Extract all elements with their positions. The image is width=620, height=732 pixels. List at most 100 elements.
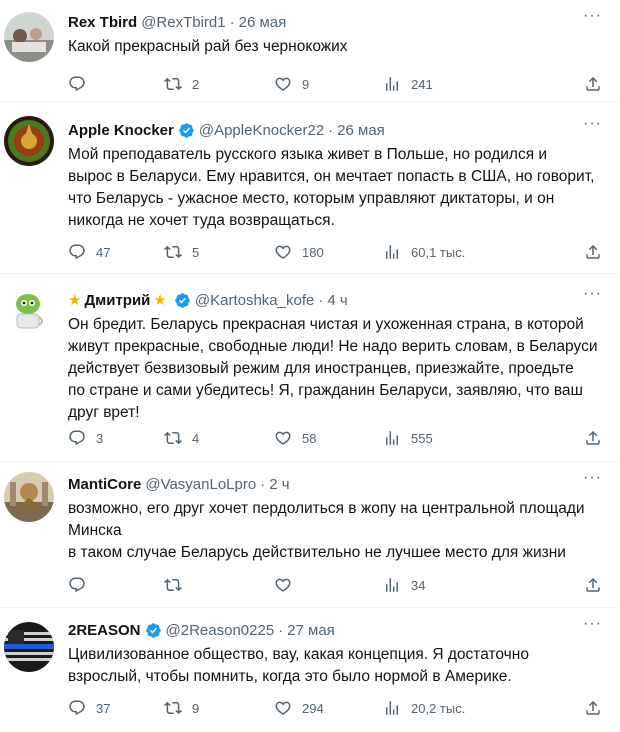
retweet-icon — [164, 75, 182, 93]
tweet-actions: 2 9 241 — [68, 74, 602, 94]
like-icon — [274, 576, 292, 594]
reply-count: 47 — [96, 244, 111, 260]
avatar[interactable] — [4, 472, 54, 522]
like-button[interactable]: 294 — [274, 698, 324, 718]
reply-count: 3 — [96, 430, 104, 446]
retweet-count: 5 — [192, 244, 200, 260]
reply-icon — [68, 699, 86, 717]
like-icon — [274, 75, 292, 93]
timestamp[interactable]: 2 ч — [269, 476, 289, 493]
author-handle[interactable]: @VasyanLoLpro — [145, 476, 256, 493]
share-icon — [584, 75, 602, 93]
tweet-header: MantiCore @VasyanLoLpro · 2 ч — [68, 474, 602, 494]
tweet-text: Он бредит. Беларусь прекрасная чистая и … — [68, 316, 598, 421]
avatar[interactable] — [4, 116, 54, 166]
views-button[interactable]: 20,2 тыс. — [383, 698, 465, 718]
avatar[interactable] — [4, 286, 54, 336]
tweet[interactable]: Apple Knocker @AppleKnocker22 · 26 мая ·… — [0, 102, 620, 274]
views-icon — [383, 75, 401, 93]
more-icon[interactable]: ··· — [578, 470, 602, 492]
like-count: 9 — [302, 76, 310, 92]
tweet-header: ★ Дмитрий ★ @Kartoshka_kofe · 4 ч — [68, 290, 602, 310]
reply-icon — [68, 75, 86, 93]
tweet[interactable]: ★ Дмитрий ★ @Kartoshka_kofe · 4 ч ··· Он… — [0, 274, 620, 462]
more-icon[interactable]: ··· — [578, 116, 602, 138]
author-name[interactable]: Rex Tbird — [68, 14, 137, 31]
more-icon[interactable]: ··· — [578, 286, 602, 308]
more-icon[interactable]: ··· — [578, 8, 602, 30]
more-icon[interactable]: ··· — [578, 616, 602, 638]
retweet-button[interactable]: 2 — [164, 74, 199, 94]
retweet-button[interactable]: 5 — [164, 242, 199, 262]
tweet-header: Apple Knocker @AppleKnocker22 · 26 мая — [68, 120, 602, 140]
views-count: 555 — [411, 430, 433, 446]
author-handle[interactable]: @2Reason0225 — [166, 622, 275, 639]
like-button[interactable]: 180 — [274, 242, 324, 262]
author-handle[interactable]: @Kartoshka_kofe — [195, 292, 314, 309]
views-icon — [383, 576, 401, 594]
share-icon — [584, 429, 602, 447]
retweet-button[interactable]: 4 — [164, 428, 199, 448]
tweet[interactable]: 2REASON @2Reason0225 · 27 мая ··· Цивили… — [0, 608, 620, 732]
retweet-icon — [164, 699, 182, 717]
author-name[interactable]: Дмитрий — [84, 292, 150, 309]
like-button[interactable]: 9 — [274, 74, 309, 94]
tweet-actions: 47 5 180 60,1 тыс. — [68, 242, 602, 262]
views-icon — [383, 429, 401, 447]
tweet-actions: 37 9 294 20,2 тыс. — [68, 698, 602, 718]
reply-button[interactable] — [68, 74, 96, 94]
like-button[interactable]: 58 — [274, 428, 316, 448]
reply-button[interactable]: 47 — [68, 242, 110, 262]
like-icon — [274, 243, 292, 261]
like-button[interactable] — [274, 575, 302, 595]
star-emoji-icon: ★ — [153, 292, 167, 309]
share-button[interactable] — [584, 74, 602, 94]
separator: · — [318, 291, 324, 309]
views-icon — [383, 699, 401, 717]
tweet-header: 2REASON @2Reason0225 · 27 мая — [68, 620, 602, 640]
timestamp[interactable]: 26 мая — [337, 122, 385, 139]
retweet-icon — [164, 429, 182, 447]
author-name[interactable]: 2REASON — [68, 622, 141, 639]
views-button[interactable]: 555 — [383, 428, 433, 448]
star-emoji-icon: ★ — [68, 292, 82, 309]
views-button[interactable]: 60,1 тыс. — [383, 242, 465, 262]
like-icon — [274, 699, 292, 717]
reply-button[interactable]: 37 — [68, 698, 110, 718]
share-icon — [584, 699, 602, 717]
reply-icon — [68, 243, 86, 261]
like-icon — [274, 429, 292, 447]
share-button[interactable] — [584, 575, 602, 595]
share-button[interactable] — [584, 242, 602, 262]
share-icon — [584, 243, 602, 261]
avatar[interactable] — [4, 622, 54, 672]
retweet-icon — [164, 576, 182, 594]
retweet-button[interactable] — [164, 575, 192, 595]
share-button[interactable] — [584, 698, 602, 718]
retweet-count: 4 — [192, 430, 200, 446]
views-count: 20,2 тыс. — [411, 700, 466, 716]
timestamp[interactable]: 4 ч — [327, 292, 347, 309]
separator: · — [260, 475, 266, 493]
tweet-text: возможно, его друг хочет пердолиться в ж… — [68, 500, 585, 561]
author-handle[interactable]: @AppleKnocker22 — [199, 122, 324, 139]
views-button[interactable]: 34 — [383, 575, 425, 595]
avatar[interactable] — [4, 12, 54, 62]
retweet-button[interactable]: 9 — [164, 698, 199, 718]
tweet[interactable]: MantiCore @VasyanLoLpro · 2 ч ··· возмож… — [0, 462, 620, 608]
reply-button[interactable] — [68, 575, 96, 595]
tweet-header: Rex Tbird @RexTbird1 · 26 мая — [68, 12, 602, 32]
like-count: 180 — [302, 244, 324, 260]
views-button[interactable]: 241 — [383, 74, 433, 94]
timestamp[interactable]: 26 мая — [239, 14, 287, 31]
share-button[interactable] — [584, 428, 602, 448]
tweet[interactable]: Rex Tbird @RexTbird1 · 26 мая ··· Какой … — [0, 0, 620, 102]
timestamp[interactable]: 27 мая — [287, 622, 335, 639]
author-handle[interactable]: @RexTbird1 — [141, 14, 225, 31]
tweet-actions: 34 — [68, 575, 602, 595]
author-name[interactable]: Apple Knocker — [68, 122, 174, 139]
reply-button[interactable]: 3 — [68, 428, 103, 448]
reply-icon — [68, 429, 86, 447]
author-name[interactable]: MantiCore — [68, 476, 141, 493]
reply-icon — [68, 576, 86, 594]
